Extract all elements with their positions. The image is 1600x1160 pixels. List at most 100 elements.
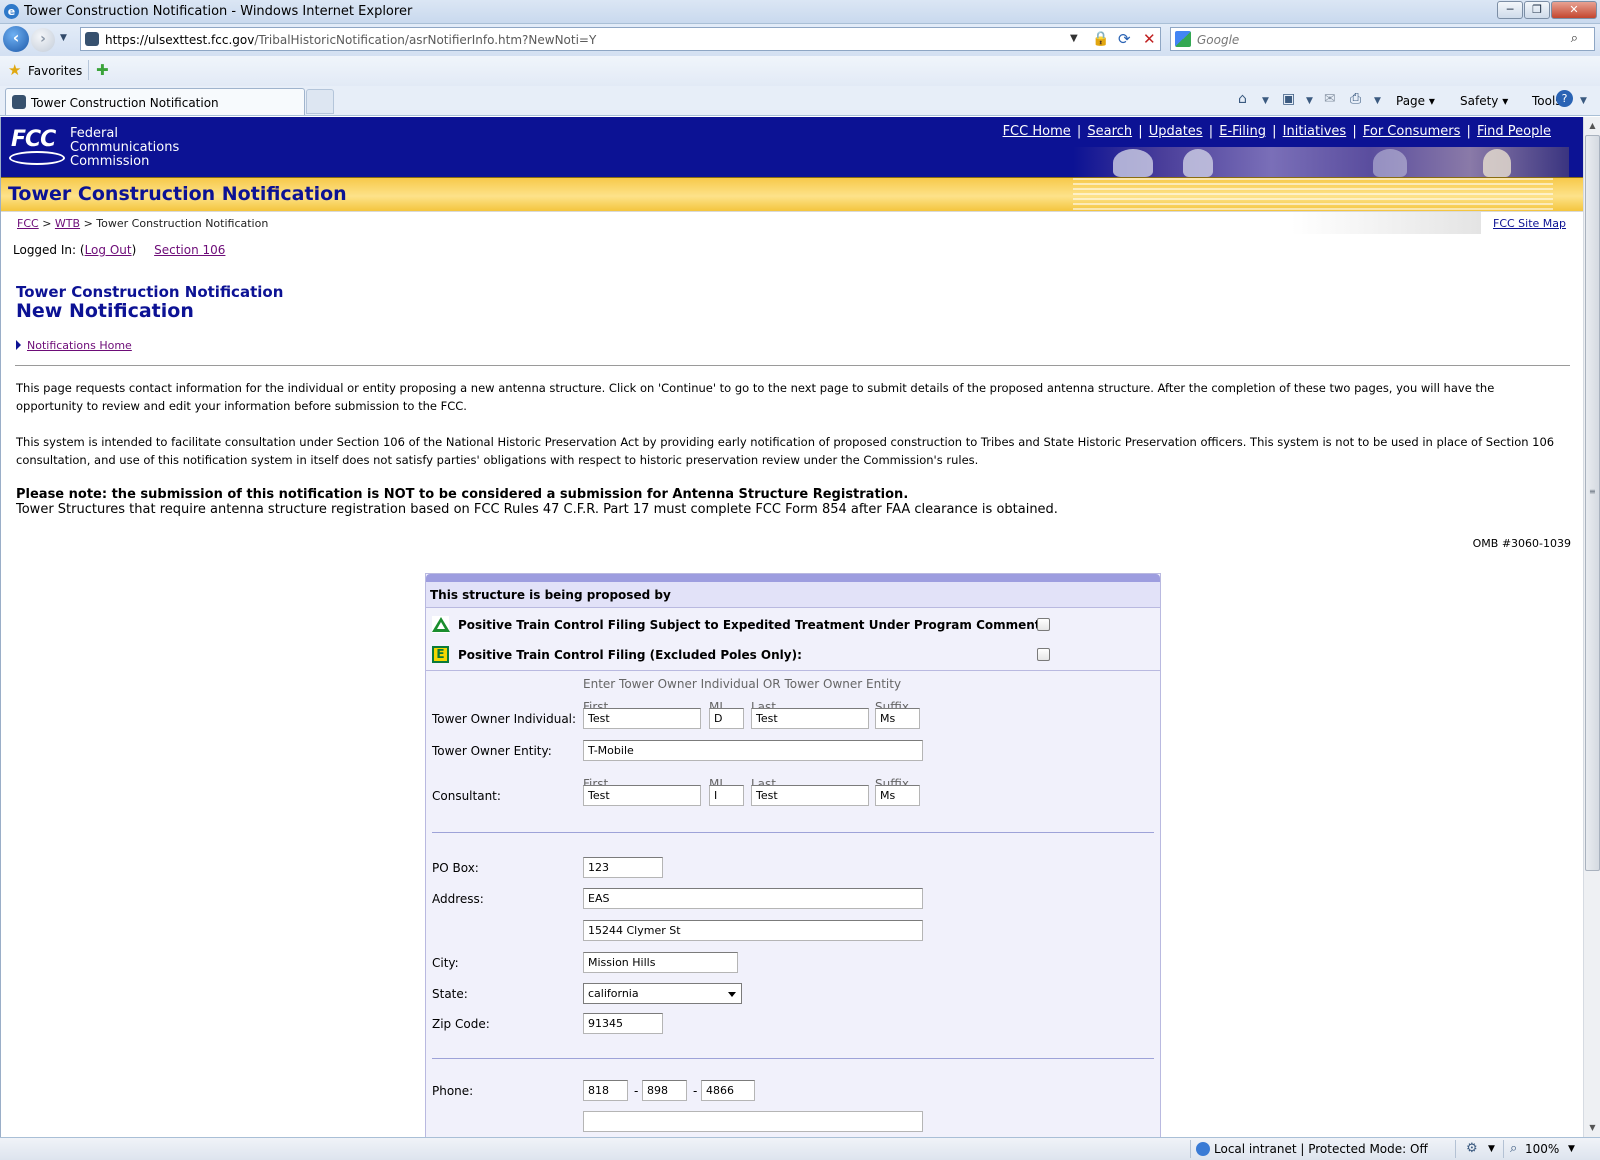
help-dropdown-icon[interactable]: ▼	[1580, 96, 1587, 106]
home-dropdown-icon[interactable]: ▼	[1262, 96, 1269, 106]
protected-mode-icon[interactable]: ⚙	[1466, 1141, 1478, 1156]
ptc-excluded-row: E Positive Train Control Filing (Exclude…	[426, 640, 1160, 670]
address-line1-input[interactable]: EAS	[583, 888, 923, 909]
google-icon	[1175, 31, 1191, 47]
ptc-excluded-icon: E	[432, 646, 449, 663]
zoom-level[interactable]: 100%	[1525, 1142, 1559, 1156]
phone-area-input[interactable]: 818	[583, 1080, 628, 1101]
link-for-consumers[interactable]: For Consumers	[1363, 124, 1461, 139]
breadcrumb-fcc-link[interactable]: FCC	[17, 217, 39, 230]
zoom-icon[interactable]: ⌕	[1510, 1141, 1517, 1156]
ptc-expedited-checkbox[interactable]	[1037, 618, 1050, 631]
feeds-dropdown-icon[interactable]: ▼	[1306, 96, 1313, 106]
consultant-suffix-input[interactable]: Ms	[875, 785, 920, 806]
owner-first-name-input[interactable]: Test	[583, 708, 701, 729]
link-updates[interactable]: Updates	[1149, 124, 1203, 139]
minimize-button[interactable]: ─	[1497, 1, 1523, 19]
owner-entity-input[interactable]: T-Mobile	[583, 740, 923, 761]
fcc-logo[interactable]: FCC	[7, 125, 67, 167]
refresh-icon[interactable]: ⟳	[1118, 30, 1131, 48]
vertical-scrollbar[interactable]: ▲ ≡ ▼	[1583, 117, 1600, 1137]
owner-mi-input[interactable]: D	[709, 708, 744, 729]
intranet-globe-icon	[1196, 1142, 1210, 1156]
feeds-icon[interactable]: ▣	[1282, 91, 1295, 107]
history-dropdown-icon[interactable]: ▼	[60, 33, 67, 43]
zoom-dropdown-icon[interactable]: ▼	[1568, 1144, 1575, 1154]
breadcrumb: FCC > WTB > Tower Construction Notificat…	[1, 211, 1583, 234]
new-tab-button[interactable]	[306, 89, 334, 114]
ptc-excluded-label: Positive Train Control Filing (Excluded …	[458, 648, 802, 662]
logout-link[interactable]: Log Out	[85, 243, 132, 257]
safety-menu[interactable]: Safety ▾	[1460, 94, 1508, 108]
window-title: Tower Construction Notification - Window…	[24, 4, 413, 19]
email-input-partial[interactable]	[583, 1111, 923, 1132]
search-placeholder: Google	[1197, 33, 1240, 47]
breadcrumb-wtb-link[interactable]: WTB	[55, 217, 80, 230]
consultant-first-name-input[interactable]: Test	[583, 785, 701, 806]
page-viewport: FCC Federal Communications Commission FC…	[0, 117, 1583, 1137]
site-map-link[interactable]: FCC Site Map	[1493, 217, 1566, 230]
state-select[interactable]: california	[583, 983, 742, 1004]
back-arrow-icon[interactable]: ‹	[3, 26, 29, 52]
mail-icon[interactable]: ✉	[1324, 91, 1336, 107]
close-window-button[interactable]: ✕	[1551, 1, 1597, 19]
phone-prefix-input[interactable]: 898	[642, 1080, 687, 1101]
notifications-home-link[interactable]: Notifications Home	[27, 339, 132, 352]
section-106-link[interactable]: Section 106	[154, 243, 225, 257]
link-search[interactable]: Search	[1087, 124, 1132, 139]
consultant-last-name-input[interactable]: Test	[751, 785, 869, 806]
print-icon[interactable]: ⎙	[1350, 91, 1361, 107]
proposer-form: This structure is being proposed by Posi…	[425, 573, 1161, 1137]
section-title: Tower Construction Notification	[8, 183, 347, 205]
form-divider-2	[432, 1058, 1154, 1059]
stop-icon[interactable]: ✕	[1143, 30, 1156, 48]
forward-arrow-icon[interactable]: ›	[31, 28, 55, 52]
phone-line-input[interactable]: 4866	[701, 1080, 755, 1101]
maximize-button[interactable]: ❐	[1524, 1, 1550, 19]
ptc-expedited-row: Positive Train Control Filing Subject to…	[426, 610, 1160, 640]
zone-dropdown-icon[interactable]: ▼	[1488, 1144, 1495, 1154]
link-fcc-home[interactable]: FCC Home	[1003, 124, 1071, 139]
phone-label: Phone:	[432, 1084, 474, 1098]
scroll-thumb[interactable]	[1585, 135, 1600, 871]
ptc-expedited-icon	[432, 616, 450, 633]
city-input[interactable]: Mission Hills	[583, 952, 738, 973]
po-box-input[interactable]: 123	[583, 857, 663, 878]
address-label: Address:	[432, 892, 484, 906]
address-dropdown-icon[interactable]: ▼	[1070, 33, 1078, 44]
favorites-star-icon[interactable]: ★	[8, 61, 21, 79]
print-dropdown-icon[interactable]: ▼	[1374, 96, 1381, 106]
search-box[interactable]: Google ⌕	[1170, 27, 1595, 51]
asr-note-bold: Please note: the submission of this noti…	[16, 487, 909, 502]
status-divider-2	[1455, 1140, 1456, 1158]
address-line2-input[interactable]: 15244 Clymer St	[583, 920, 923, 941]
ptc-excluded-checkbox[interactable]	[1037, 648, 1050, 661]
consultant-mi-input[interactable]: I	[709, 785, 744, 806]
link-find-people[interactable]: Find People	[1477, 124, 1551, 139]
favorites-button[interactable]: Favorites	[28, 64, 82, 78]
page-subheading: New Notification	[16, 300, 194, 322]
add-favorite-icon[interactable]: ✚	[96, 61, 109, 79]
lock-icon[interactable]: 🔒	[1092, 31, 1109, 47]
address-bar[interactable]: https://ulsexttest.fcc.gov/TribalHistori…	[80, 27, 1161, 51]
scroll-up-icon[interactable]: ▲	[1585, 118, 1600, 134]
link-e-filing[interactable]: E-Filing	[1219, 124, 1266, 139]
home-icon[interactable]: ⌂	[1238, 91, 1247, 107]
owner-suffix-input[interactable]: Ms	[875, 708, 920, 729]
state-label: State:	[432, 987, 468, 1001]
owner-last-name-input[interactable]: Test	[751, 708, 869, 729]
page-menu[interactable]: Page ▾	[1396, 94, 1435, 108]
form-divider	[432, 832, 1154, 833]
phone-dash: -	[634, 1084, 639, 1098]
scroll-down-icon[interactable]: ▼	[1585, 1120, 1600, 1136]
tab-tower-construction[interactable]: Tower Construction Notification	[5, 88, 305, 115]
po-box-label: PO Box:	[432, 861, 479, 875]
form-caption-bar	[426, 574, 1160, 582]
security-zone-text[interactable]: Local intranet | Protected Mode: Off	[1214, 1142, 1428, 1156]
city-label: City:	[432, 956, 459, 970]
help-icon[interactable]: ?	[1556, 90, 1573, 107]
zip-input[interactable]: 91345	[583, 1013, 663, 1034]
search-icon[interactable]: ⌕	[1571, 31, 1578, 46]
owner-hint: Enter Tower Owner Individual OR Tower Ow…	[583, 677, 902, 691]
link-initiatives[interactable]: Initiatives	[1283, 124, 1347, 139]
